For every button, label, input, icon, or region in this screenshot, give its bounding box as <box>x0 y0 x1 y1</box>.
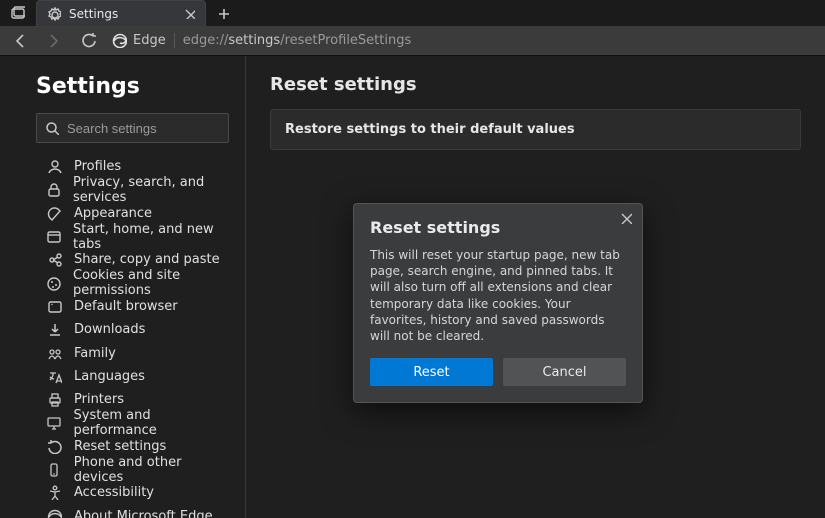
dialog-body: This will reset your startup page, new t… <box>370 247 626 344</box>
cancel-button[interactable]: Cancel <box>503 358 626 386</box>
settings-nav-list: ProfilesPrivacy, search, and servicesApp… <box>0 153 245 518</box>
sidebar-item-label: Reset settings <box>74 439 166 454</box>
appearance-icon <box>46 206 62 221</box>
settings-sidebar: Settings ProfilesPrivacy, search, and se… <box>0 56 246 518</box>
window-controls-icon[interactable] <box>0 0 36 26</box>
reset-button[interactable]: Reset <box>370 358 493 386</box>
dialog-title: Reset settings <box>370 218 626 237</box>
share-icon <box>46 252 62 267</box>
address-bar[interactable]: Edge edge://settings/resetProfileSetting… <box>108 33 819 48</box>
edge-icon <box>112 33 127 48</box>
sidebar-item-family[interactable]: Family <box>0 341 245 364</box>
url-text: edge://settings/resetProfileSettings <box>183 33 412 48</box>
sidebar-item-label: Accessibility <box>74 485 154 500</box>
tab-strip: Settings <box>0 0 825 26</box>
dialog-button-row: Reset Cancel <box>370 358 626 386</box>
sidebar-item-label: Profiles <box>74 159 121 174</box>
cookies-icon <box>46 276 61 291</box>
profile-icon <box>46 159 62 174</box>
sidebar-item-label: Privacy, search, and services <box>73 175 233 205</box>
dialog-close-button[interactable] <box>620 212 632 224</box>
restore-defaults-label: Restore settings to their default values <box>285 122 575 137</box>
sidebar-item-label: System and performance <box>74 408 233 438</box>
languages-icon <box>46 369 62 384</box>
sidebar-item-start[interactable]: Start, home, and new tabs <box>0 225 245 248</box>
sidebar-item-cookies[interactable]: Cookies and site permissions <box>0 271 245 294</box>
back-button[interactable] <box>6 29 34 53</box>
download-icon <box>46 322 62 337</box>
start-icon <box>46 229 61 244</box>
sidebar-item-label: Phone and other devices <box>74 455 233 485</box>
sidebar-item-label: Family <box>74 346 116 361</box>
tab-title: Settings <box>69 7 176 21</box>
search-icon <box>45 121 59 135</box>
family-icon <box>46 346 62 361</box>
phone-icon <box>46 462 62 477</box>
sidebar-item-label: Appearance <box>74 206 152 221</box>
page-heading: Reset settings <box>270 74 801 95</box>
browser-icon <box>46 299 62 314</box>
accessibility-icon <box>46 485 62 500</box>
sidebar-item-label: Downloads <box>74 322 145 337</box>
sidebar-item-browser[interactable]: Default browser <box>0 295 245 318</box>
tab-close-button[interactable] <box>184 8 195 19</box>
new-tab-button[interactable] <box>206 0 240 26</box>
sidebar-item-label: Share, copy and paste <box>74 252 220 267</box>
refresh-button[interactable] <box>74 29 102 53</box>
sidebar-item-system[interactable]: System and performance <box>0 411 245 434</box>
sidebar-item-accessibility[interactable]: Accessibility <box>0 481 245 504</box>
system-icon <box>46 415 62 430</box>
site-identity-chip[interactable]: Edge <box>112 33 175 48</box>
restore-defaults-row[interactable]: Restore settings to their default values <box>270 109 801 150</box>
sidebar-item-label: Printers <box>74 392 124 407</box>
sidebar-heading: Settings <box>0 68 245 109</box>
site-identity-label: Edge <box>133 33 166 48</box>
toolbar: Edge edge://settings/resetProfileSetting… <box>0 26 825 56</box>
sidebar-item-label: Cookies and site permissions <box>73 268 233 298</box>
sidebar-item-download[interactable]: Downloads <box>0 318 245 341</box>
sidebar-item-label: Languages <box>74 369 145 384</box>
sidebar-item-label: Start, home, and new tabs <box>73 222 233 252</box>
sidebar-item-lock[interactable]: Privacy, search, and services <box>0 178 245 201</box>
about-icon <box>46 509 62 518</box>
settings-search[interactable] <box>36 113 229 143</box>
sidebar-item-about[interactable]: About Microsoft Edge <box>0 504 245 518</box>
sidebar-item-label: Default browser <box>74 299 178 314</box>
tab-settings[interactable]: Settings <box>36 0 206 26</box>
forward-button[interactable] <box>40 29 68 53</box>
gear-icon <box>47 7 61 21</box>
printer-icon <box>46 392 62 407</box>
reset-settings-dialog: Reset settings This will reset your star… <box>353 203 643 403</box>
reset-icon <box>46 439 62 454</box>
sidebar-item-languages[interactable]: Languages <box>0 365 245 388</box>
settings-search-input[interactable] <box>67 121 243 136</box>
sidebar-item-phone[interactable]: Phone and other devices <box>0 458 245 481</box>
sidebar-item-label: About Microsoft Edge <box>74 509 213 518</box>
lock-icon <box>46 182 61 197</box>
